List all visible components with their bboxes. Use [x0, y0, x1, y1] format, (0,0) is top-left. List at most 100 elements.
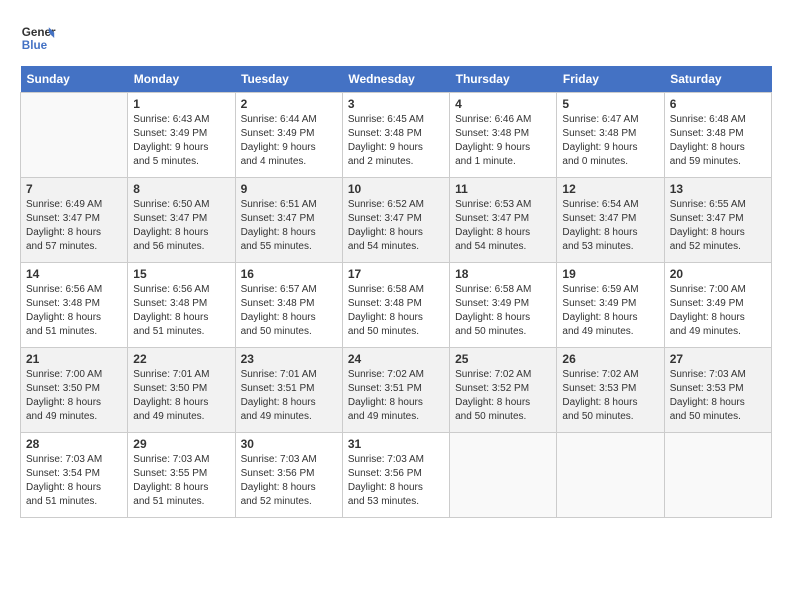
day-cell: 20 Sunrise: 7:00 AM Sunset: 3:49 PM Dayli…	[664, 263, 771, 348]
day-info: Sunrise: 7:02 AM Sunset: 3:53 PM Dayligh…	[562, 368, 658, 424]
day-info: Sunrise: 6:59 AM Sunset: 3:49 PM Dayligh…	[562, 283, 658, 339]
day-cell: 18 Sunrise: 6:58 AM Sunset: 3:49 PM Dayli…	[450, 263, 557, 348]
day-info: Sunrise: 7:01 AM Sunset: 3:51 PM Dayligh…	[241, 368, 337, 424]
day-cell: 15 Sunrise: 6:56 AM Sunset: 3:48 PM Dayli…	[128, 263, 235, 348]
day-cell: 13Sunrise: 6:55 AM Sunset: 3:47 PM Dayli…	[664, 178, 771, 263]
day-cell: 17 Sunrise: 6:58 AM Sunset: 3:48 PM Dayli…	[342, 263, 449, 348]
week-row-1: 7 Sunrise: 6:49 AM Sunset: 3:47 PM Daylig…	[21, 178, 772, 263]
logo: General Blue	[20, 20, 56, 56]
day-cell: 6 Sunrise: 6:48 AM Sunset: 3:48 PM Daylig…	[664, 93, 771, 178]
day-number: 14	[26, 267, 122, 281]
day-number: 13	[670, 182, 766, 196]
weekday-header-saturday: Saturday	[664, 66, 771, 93]
day-number: 24	[348, 352, 444, 366]
week-row-0: 1 Sunrise: 6:43 AM Sunset: 3:49 PM Daylig…	[21, 93, 772, 178]
day-number: 18	[455, 267, 551, 281]
day-info: Sunrise: 6:54 AM Sunset: 3:47 PM Dayligh…	[562, 198, 658, 254]
day-cell: 26 Sunrise: 7:02 AM Sunset: 3:53 PM Dayli…	[557, 348, 664, 433]
day-info: Sunrise: 6:45 AM Sunset: 3:48 PM Dayligh…	[348, 113, 444, 169]
day-info: Sunrise: 7:02 AM Sunset: 3:52 PM Dayligh…	[455, 368, 551, 424]
day-cell: 30 Sunrise: 7:03 AM Sunset: 3:56 PM Dayli…	[235, 433, 342, 518]
day-info: Sunrise: 6:58 AM Sunset: 3:48 PM Dayligh…	[348, 283, 444, 339]
weekday-header-sunday: Sunday	[21, 66, 128, 93]
day-cell: 25Sunrise: 7:02 AM Sunset: 3:52 PM Dayli…	[450, 348, 557, 433]
day-number: 11	[455, 182, 551, 196]
day-info: Sunrise: 7:01 AM Sunset: 3:50 PM Dayligh…	[133, 368, 229, 424]
day-info: Sunrise: 6:46 AM Sunset: 3:48 PM Dayligh…	[455, 113, 551, 169]
day-cell: 23Sunrise: 7:01 AM Sunset: 3:51 PM Dayli…	[235, 348, 342, 433]
day-cell: 24 Sunrise: 7:02 AM Sunset: 3:51 PM Dayli…	[342, 348, 449, 433]
day-number: 26	[562, 352, 658, 366]
day-cell: 27Sunrise: 7:03 AM Sunset: 3:53 PM Dayli…	[664, 348, 771, 433]
svg-text:Blue: Blue	[22, 39, 48, 52]
weekday-header-wednesday: Wednesday	[342, 66, 449, 93]
day-number: 16	[241, 267, 337, 281]
day-cell: 16Sunrise: 6:57 AM Sunset: 3:48 PM Dayli…	[235, 263, 342, 348]
day-cell: 8Sunrise: 6:50 AM Sunset: 3:47 PM Daylig…	[128, 178, 235, 263]
day-number: 7	[26, 182, 122, 196]
day-number: 4	[455, 97, 551, 111]
day-cell: 5 Sunrise: 6:47 AM Sunset: 3:48 PM Daylig…	[557, 93, 664, 178]
logo-icon: General Blue	[20, 20, 56, 56]
day-info: Sunrise: 6:58 AM Sunset: 3:49 PM Dayligh…	[455, 283, 551, 339]
day-info: Sunrise: 6:43 AM Sunset: 3:49 PM Dayligh…	[133, 113, 229, 169]
day-info: Sunrise: 7:02 AM Sunset: 3:51 PM Dayligh…	[348, 368, 444, 424]
day-number: 19	[562, 267, 658, 281]
day-number: 15	[133, 267, 229, 281]
day-info: Sunrise: 6:56 AM Sunset: 3:48 PM Dayligh…	[133, 283, 229, 339]
day-cell: 31Sunrise: 7:03 AM Sunset: 3:56 PM Dayli…	[342, 433, 449, 518]
day-number: 29	[133, 437, 229, 451]
day-number: 27	[670, 352, 766, 366]
day-cell: 1 Sunrise: 6:43 AM Sunset: 3:49 PM Daylig…	[128, 93, 235, 178]
week-row-4: 28 Sunrise: 7:03 AM Sunset: 3:54 PM Dayli…	[21, 433, 772, 518]
day-cell: 14 Sunrise: 6:56 AM Sunset: 3:48 PM Dayli…	[21, 263, 128, 348]
day-number: 21	[26, 352, 122, 366]
day-cell: 19 Sunrise: 6:59 AM Sunset: 3:49 PM Dayli…	[557, 263, 664, 348]
day-number: 12	[562, 182, 658, 196]
day-info: Sunrise: 7:00 AM Sunset: 3:50 PM Dayligh…	[26, 368, 122, 424]
day-number: 30	[241, 437, 337, 451]
day-cell: 7 Sunrise: 6:49 AM Sunset: 3:47 PM Daylig…	[21, 178, 128, 263]
day-cell: 10 Sunrise: 6:52 AM Sunset: 3:47 PM Dayli…	[342, 178, 449, 263]
day-cell: 21 Sunrise: 7:00 AM Sunset: 3:50 PM Dayli…	[21, 348, 128, 433]
day-info: Sunrise: 6:44 AM Sunset: 3:49 PM Dayligh…	[241, 113, 337, 169]
day-number: 6	[670, 97, 766, 111]
day-info: Sunrise: 6:52 AM Sunset: 3:47 PM Dayligh…	[348, 198, 444, 254]
day-number: 2	[241, 97, 337, 111]
day-info: Sunrise: 6:56 AM Sunset: 3:48 PM Dayligh…	[26, 283, 122, 339]
day-info: Sunrise: 7:03 AM Sunset: 3:54 PM Dayligh…	[26, 453, 122, 509]
day-number: 1	[133, 97, 229, 111]
day-number: 22	[133, 352, 229, 366]
day-info: Sunrise: 7:03 AM Sunset: 3:55 PM Dayligh…	[133, 453, 229, 509]
day-info: Sunrise: 6:49 AM Sunset: 3:47 PM Dayligh…	[26, 198, 122, 254]
header: General Blue	[20, 20, 772, 56]
day-number: 10	[348, 182, 444, 196]
day-number: 5	[562, 97, 658, 111]
day-cell: 9Sunrise: 6:51 AM Sunset: 3:47 PM Daylig…	[235, 178, 342, 263]
weekday-header-row: SundayMondayTuesdayWednesdayThursdayFrid…	[21, 66, 772, 93]
day-cell: 2 Sunrise: 6:44 AM Sunset: 3:49 PM Daylig…	[235, 93, 342, 178]
day-cell: 28 Sunrise: 7:03 AM Sunset: 3:54 PM Dayli…	[21, 433, 128, 518]
week-row-3: 21 Sunrise: 7:00 AM Sunset: 3:50 PM Dayli…	[21, 348, 772, 433]
day-number: 3	[348, 97, 444, 111]
day-info: Sunrise: 6:47 AM Sunset: 3:48 PM Dayligh…	[562, 113, 658, 169]
day-cell: 3 Sunrise: 6:45 AM Sunset: 3:48 PM Daylig…	[342, 93, 449, 178]
weekday-header-friday: Friday	[557, 66, 664, 93]
day-number: 17	[348, 267, 444, 281]
day-number: 28	[26, 437, 122, 451]
day-info: Sunrise: 7:03 AM Sunset: 3:56 PM Dayligh…	[241, 453, 337, 509]
weekday-header-thursday: Thursday	[450, 66, 557, 93]
day-cell: 4 Sunrise: 6:46 AM Sunset: 3:48 PM Daylig…	[450, 93, 557, 178]
day-cell: 11Sunrise: 6:53 AM Sunset: 3:47 PM Dayli…	[450, 178, 557, 263]
day-info: Sunrise: 6:48 AM Sunset: 3:48 PM Dayligh…	[670, 113, 766, 169]
day-cell: 22 Sunrise: 7:01 AM Sunset: 3:50 PM Dayli…	[128, 348, 235, 433]
day-info: Sunrise: 7:03 AM Sunset: 3:56 PM Dayligh…	[348, 453, 444, 509]
day-cell	[557, 433, 664, 518]
day-number: 20	[670, 267, 766, 281]
day-cell: 29 Sunrise: 7:03 AM Sunset: 3:55 PM Dayli…	[128, 433, 235, 518]
day-cell: 12 Sunrise: 6:54 AM Sunset: 3:47 PM Dayli…	[557, 178, 664, 263]
day-info: Sunrise: 7:00 AM Sunset: 3:49 PM Dayligh…	[670, 283, 766, 339]
day-cell	[450, 433, 557, 518]
weekday-header-tuesday: Tuesday	[235, 66, 342, 93]
day-cell	[21, 93, 128, 178]
